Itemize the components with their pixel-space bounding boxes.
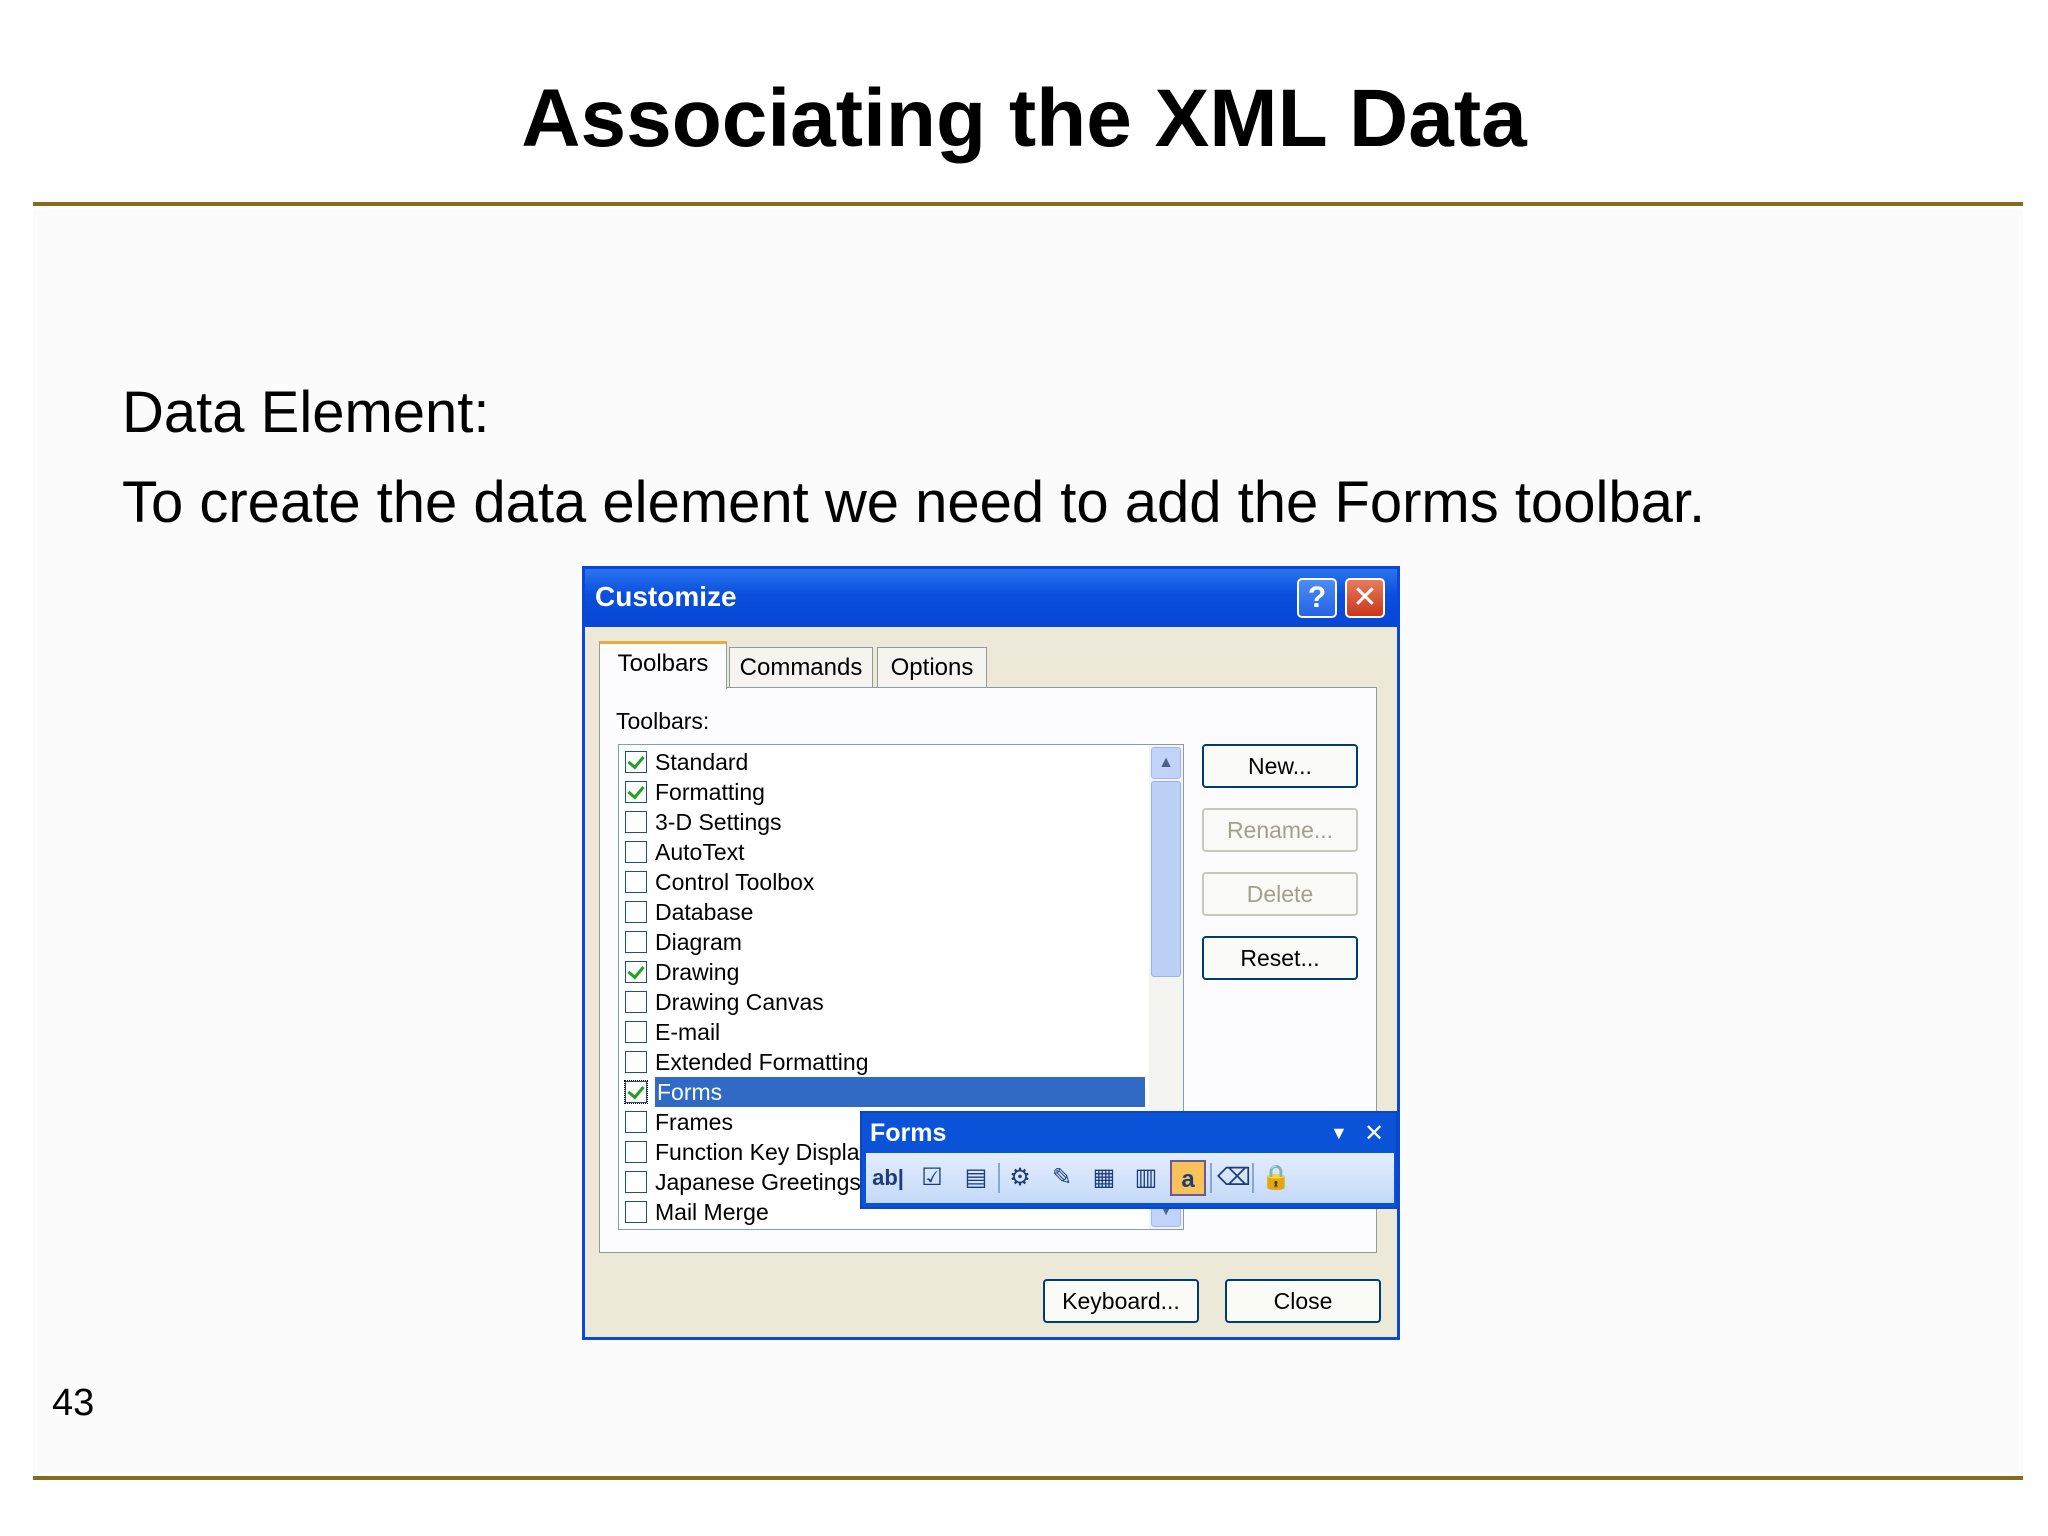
body-line-instruction: To create the data element we need to ad…: [122, 470, 1706, 535]
toolbar-list-item[interactable]: Diagram: [623, 927, 1145, 957]
delete-button[interactable]: Delete: [1202, 872, 1358, 916]
toolbar-list-item[interactable]: Control Toolbox: [623, 867, 1145, 897]
body-line-heading: Data Element:: [122, 380, 490, 445]
forms-toolbar[interactable]: Forms ▼ ✕ ab| ☑ ▤ ⚙ ✎ ▦ ▥ a ⌫ 🔒: [860, 1111, 1398, 1209]
close-icon: ✕: [1352, 581, 1378, 614]
forms-toolbar-buttons: ab| ☑ ▤ ⚙ ✎ ▦ ▥ a ⌫ 🔒: [866, 1153, 1394, 1203]
drop-down-form-field-icon[interactable]: ▤: [958, 1160, 994, 1196]
toolbar-item-label: Formatting: [655, 779, 765, 805]
toolbar-checkbox[interactable]: [625, 961, 647, 983]
toolbar-item-label: Drawing Canvas: [655, 989, 824, 1015]
new-button[interactable]: New...: [1202, 744, 1358, 788]
text-form-field-icon[interactable]: ab|: [870, 1160, 906, 1196]
toolbar-item-label: Mail Merge: [655, 1199, 769, 1225]
tab-commands[interactable]: Commands: [729, 647, 873, 687]
toolbar-item-label: Standard: [655, 749, 749, 775]
toolbar-checkbox[interactable]: [625, 1111, 647, 1133]
toolbar-list-item[interactable]: 3-D Settings: [623, 807, 1145, 837]
toolbar-separator: [1210, 1163, 1212, 1193]
insert-frame-icon[interactable]: ▥: [1128, 1160, 1164, 1196]
top-divider: [33, 202, 2023, 206]
protect-form-icon[interactable]: 🔒: [1258, 1160, 1294, 1196]
toolbar-close-icon[interactable]: ✕: [1364, 1119, 1384, 1148]
toolbar-checkbox[interactable]: [625, 811, 647, 833]
toolbar-checkbox[interactable]: [625, 1141, 647, 1163]
reset-form-fields-icon[interactable]: ⌫: [1216, 1160, 1252, 1196]
tab-options[interactable]: Options: [877, 647, 987, 687]
toolbars-list-label: Toolbars:: [616, 708, 710, 734]
toolbar-item-label: Drawing: [655, 959, 740, 985]
toolbar-item-label: Diagram: [655, 929, 742, 955]
toolbar-list-item[interactable]: Drawing: [623, 957, 1145, 987]
toolbar-list-item[interactable]: Drawing Canvas: [623, 987, 1145, 1017]
toolbar-item-label: 3-D Settings: [655, 809, 782, 835]
toolbar-separator: [998, 1163, 1000, 1193]
toolbar-checkbox[interactable]: [625, 901, 647, 923]
toolbar-checkbox[interactable]: [625, 1201, 647, 1223]
close-button[interactable]: Close: [1225, 1279, 1381, 1323]
customize-dialog: Customize ? ✕ Toolbars Commands Options …: [582, 566, 1400, 1340]
toolbar-item-label: Function Key Display: [655, 1139, 872, 1165]
toolbar-checkbox[interactable]: [625, 781, 647, 803]
toolbar-list-item[interactable]: Extended Formatting: [623, 1047, 1145, 1077]
toolbar-checkbox[interactable]: [625, 931, 647, 953]
toolbar-list-item[interactable]: Standard: [623, 747, 1145, 777]
toolbar-checkbox[interactable]: [625, 1171, 647, 1193]
toolbar-checkbox[interactable]: [625, 1021, 647, 1043]
reset-button[interactable]: Reset...: [1202, 936, 1358, 980]
slide-title: Associating the XML Data: [521, 73, 1527, 164]
toolbar-checkbox[interactable]: [625, 871, 647, 893]
form-field-options-icon[interactable]: ⚙: [1002, 1160, 1038, 1196]
scroll-thumb[interactable]: [1151, 781, 1181, 977]
forms-toolbar-title: Forms: [870, 1119, 947, 1147]
toolbar-item-label: Forms: [655, 1077, 1145, 1107]
form-field-shading-icon[interactable]: a: [1170, 1160, 1206, 1196]
toolbar-item-label: Japanese Greetings: [655, 1169, 861, 1195]
toolbar-checkbox[interactable]: [625, 991, 647, 1013]
toolbar-checkbox[interactable]: [624, 1080, 648, 1104]
dialog-close-button[interactable]: ✕: [1345, 578, 1385, 618]
toolbar-checkbox[interactable]: [625, 751, 647, 773]
toolbar-options-dropdown-icon[interactable]: ▼: [1330, 1123, 1348, 1144]
dialog-titlebar[interactable]: Customize ? ✕: [585, 569, 1397, 627]
toolbar-checkbox[interactable]: [625, 1051, 647, 1073]
keyboard-button[interactable]: Keyboard...: [1043, 1279, 1199, 1323]
toolbar-list-item[interactable]: Formatting: [623, 777, 1145, 807]
help-icon: ?: [1307, 581, 1327, 614]
bottom-divider: [33, 1476, 2023, 1480]
toolbar-list-item[interactable]: AutoText: [623, 837, 1145, 867]
dialog-title: Customize: [595, 581, 737, 612]
toolbar-item-label: Extended Formatting: [655, 1049, 869, 1075]
toolbar-item-label: Database: [655, 899, 754, 925]
toolbar-list-item[interactable]: E-mail: [623, 1017, 1145, 1047]
toolbar-item-label: Frames: [655, 1109, 733, 1135]
toolbar-item-label: Control Toolbox: [655, 869, 815, 895]
scroll-up-icon[interactable]: ▲: [1151, 747, 1181, 779]
toolbar-item-label: E-mail: [655, 1019, 721, 1045]
draw-table-icon[interactable]: ✎: [1044, 1160, 1080, 1196]
toolbar-checkbox[interactable]: [625, 841, 647, 863]
toolbar-list-item[interactable]: Database: [623, 897, 1145, 927]
toolbar-separator: [1252, 1163, 1254, 1193]
toolbar-list-item[interactable]: Forms: [623, 1077, 1145, 1107]
insert-table-icon[interactable]: ▦: [1086, 1160, 1122, 1196]
help-button[interactable]: ?: [1297, 578, 1337, 618]
tab-toolbars[interactable]: Toolbars: [599, 641, 727, 689]
rename-button[interactable]: Rename...: [1202, 808, 1358, 852]
page-number: 43: [52, 1382, 95, 1424]
check-box-form-field-icon[interactable]: ☑: [914, 1160, 950, 1196]
toolbar-item-label: AutoText: [655, 839, 745, 865]
